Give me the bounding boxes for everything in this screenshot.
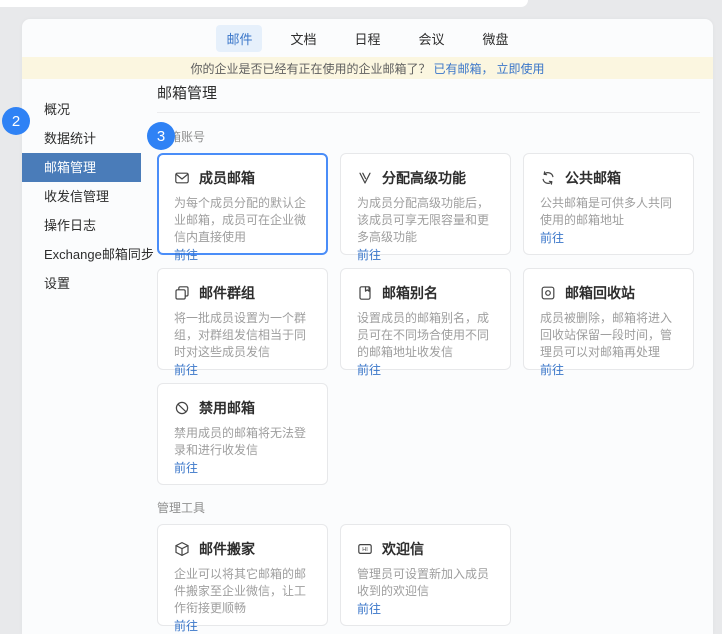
page-title: 邮箱管理	[157, 85, 700, 103]
go-link[interactable]: 前往	[357, 246, 494, 263]
card-head: 公共邮箱	[540, 168, 677, 188]
package-box-icon	[174, 541, 190, 557]
tab-docs[interactable]: 文档	[280, 25, 326, 52]
card-desc: 管理员可设置新加入成员收到的欢迎信	[357, 566, 494, 600]
vip-v-icon	[357, 170, 373, 186]
sidebar-item-exchange-sync[interactable]: Exchange邮箱同步	[22, 240, 141, 269]
go-link[interactable]: 前往	[357, 600, 494, 617]
card-desc: 企业可以将其它邮箱的邮件搬家至企业微信，让工作衔接更顺畅	[174, 566, 311, 617]
go-link[interactable]: 前往	[357, 361, 494, 378]
card-head: 邮件搬家	[174, 539, 311, 559]
go-link[interactable]: 前往	[174, 617, 311, 634]
top-tabbar: 邮件 文档 日程 会议 微盘	[22, 19, 713, 57]
card-head: 邮箱别名	[357, 283, 494, 303]
bookmark-file-icon	[357, 285, 373, 301]
card-public-mailbox[interactable]: 公共邮箱 公共邮箱是可供多人共同使用的邮箱地址 前往	[523, 153, 694, 255]
mailbox-cards-grid: 成员邮箱 为每个成员分配的默认企业邮箱，成员可在企业微信内直接使用 前往 分配高…	[157, 153, 700, 485]
tab-meeting[interactable]: 会议	[409, 25, 455, 52]
card-mail-migration[interactable]: 邮件搬家 企业可以将其它邮箱的邮件搬家至企业微信，让工作衔接更顺畅 前往	[157, 524, 328, 626]
welcome-letter-icon: HI	[357, 541, 373, 557]
card-member-mailbox[interactable]: 成员邮箱 为每个成员分配的默认企业邮箱，成员可在企业微信内直接使用 前往	[157, 153, 328, 255]
card-head: 禁用邮箱	[174, 398, 311, 418]
sidebar-item-operation-log[interactable]: 操作日志	[22, 211, 141, 240]
copy-squares-icon	[174, 285, 190, 301]
card-welcome-letter[interactable]: HI 欢迎信 管理员可设置新加入成员收到的欢迎信 前往	[340, 524, 511, 626]
main-content: 邮箱管理 邮箱账号 成员邮箱 为每个成员分配的默认企业邮箱，成员可在企业微信内直…	[141, 79, 713, 634]
tab-mail[interactable]: 邮件	[216, 25, 262, 52]
content-row: 概况 数据统计 邮箱管理 收发信管理 操作日志 Exchange邮箱同步 设置 …	[22, 79, 713, 634]
card-desc: 公共邮箱是可供多人共同使用的邮箱地址	[540, 195, 677, 229]
title-divider	[157, 112, 700, 113]
circular-arrows-icon	[540, 170, 556, 186]
go-link[interactable]: 前往	[174, 459, 311, 476]
card-head: 分配高级功能	[357, 168, 494, 188]
recycle-bin-icon	[540, 285, 556, 301]
card-desc: 将一批成员设置为一个群组，对群组发信相当于同时对这些成员发信	[174, 310, 311, 361]
card-head: 邮箱回收站	[540, 283, 677, 303]
card-title: 禁用邮箱	[199, 398, 255, 418]
notice-bar: 你的企业是否已经有正在使用的企业邮箱了？ 已有邮箱， 立即使用	[22, 57, 713, 79]
sidebar-item-settings[interactable]: 设置	[22, 269, 141, 298]
card-disabled-mailbox[interactable]: 禁用邮箱 禁用成员的邮箱将无法登录和进行收发信 前往	[157, 383, 328, 485]
have-mailbox-link[interactable]: 已有邮箱，	[433, 60, 493, 77]
go-link[interactable]: 前往	[540, 361, 677, 378]
sidebar-item-mailbox-management[interactable]: 邮箱管理	[22, 153, 141, 182]
mail-admin-panel: 邮件 文档 日程 会议 微盘 你的企业是否已经有正在使用的企业邮箱了？ 已有邮箱…	[22, 19, 713, 634]
card-head: 成员邮箱	[174, 168, 311, 188]
sidebar-item-overview[interactable]: 概况	[22, 95, 141, 124]
card-desc: 成员被删除，邮箱将进入回收站保留一段时间，管理员可以对邮箱再处理	[540, 310, 677, 361]
envelope-icon	[174, 170, 190, 186]
card-desc: 禁用成员的邮箱将无法登录和进行收发信	[174, 425, 311, 459]
card-head: HI 欢迎信	[357, 539, 494, 559]
section-label-accounts: 邮箱账号	[157, 130, 700, 144]
card-title: 公共邮箱	[565, 168, 621, 188]
card-desc: 为每个成员分配的默认企业邮箱，成员可在企业微信内直接使用	[174, 195, 311, 246]
card-desc: 设置成员的邮箱别名，成员可在不同场合使用不同的邮箱地址收发信	[357, 310, 494, 361]
card-mail-group[interactable]: 邮件群组 将一批成员设置为一个群组，对群组发信相当于同时对这些成员发信 前往	[157, 268, 328, 370]
go-link[interactable]: 前往	[540, 229, 677, 246]
tutorial-step-badge-2: 2	[2, 107, 30, 135]
tab-drive[interactable]: 微盘	[473, 25, 519, 52]
go-link[interactable]: 前往	[174, 361, 311, 378]
go-link[interactable]: 前往	[174, 246, 311, 263]
tutorial-step-badge-3: 3	[147, 122, 175, 150]
card-advanced-features[interactable]: 分配高级功能 为成员分配高级功能后，该成员可享无限容量和更多高级功能 前往	[340, 153, 511, 255]
svg-text:HI: HI	[362, 547, 368, 553]
card-title: 邮件群组	[199, 283, 255, 303]
card-title: 欢迎信	[382, 539, 424, 559]
card-mailbox-recycle-bin[interactable]: 邮箱回收站 成员被删除，邮箱将进入回收站保留一段时间，管理员可以对邮箱再处理 前…	[523, 268, 694, 370]
sidebar: 概况 数据统计 邮箱管理 收发信管理 操作日志 Exchange邮箱同步 设置	[22, 79, 141, 634]
browser-chrome-edge	[0, 0, 528, 7]
sidebar-item-send-receive[interactable]: 收发信管理	[22, 182, 141, 211]
card-mailbox-alias[interactable]: 邮箱别名 设置成员的邮箱别名，成员可在不同场合使用不同的邮箱地址收发信 前往	[340, 268, 511, 370]
card-title: 成员邮箱	[199, 168, 255, 188]
card-head: 邮件群组	[174, 283, 311, 303]
card-title: 邮件搬家	[199, 539, 255, 559]
card-desc: 为成员分配高级功能后，该成员可享无限容量和更多高级功能	[357, 195, 494, 246]
section-label-tools: 管理工具	[157, 501, 700, 515]
card-title: 分配高级功能	[382, 168, 466, 188]
notice-text: 你的企业是否已经有正在使用的企业邮箱了？	[190, 60, 430, 77]
card-title: 邮箱回收站	[565, 283, 635, 303]
use-now-link[interactable]: 立即使用	[497, 60, 545, 77]
tool-cards-grid: 邮件搬家 企业可以将其它邮箱的邮件搬家至企业微信，让工作衔接更顺畅 前往 HI …	[157, 524, 700, 626]
sidebar-item-statistics[interactable]: 数据统计	[22, 124, 141, 153]
tab-schedule[interactable]: 日程	[344, 25, 390, 52]
card-title: 邮箱别名	[382, 283, 438, 303]
ban-icon	[174, 400, 190, 416]
